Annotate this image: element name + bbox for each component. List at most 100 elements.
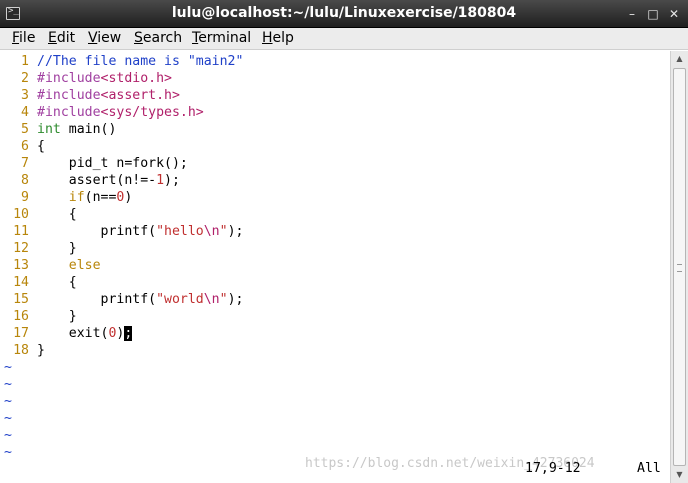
code-line: 18}: [0, 342, 45, 359]
code-text: #include<sys/types.h>: [29, 105, 204, 120]
code-line: 5 int main(): [0, 121, 116, 138]
line-number: 17: [13, 326, 29, 341]
code-token: #include: [37, 71, 101, 86]
code-text: assert(n!=-1);: [29, 173, 180, 188]
line-number: 12: [13, 241, 29, 256]
code-token: {: [37, 207, 77, 222]
empty-line-marker: ~: [4, 445, 12, 460]
code-token: ": [219, 224, 228, 239]
code-line: 13 else: [0, 257, 101, 274]
code-token: 1: [156, 173, 165, 188]
code-token: else: [68, 258, 101, 273]
code-line: 7 pid_t n=fork();: [0, 155, 188, 172]
code-text: }: [29, 343, 45, 358]
code-line: 2 #include<stdio.h>: [0, 70, 172, 87]
scroll-indicator: All: [637, 461, 661, 476]
code-token: \n: [203, 224, 220, 239]
title-bar: >_ lulu@localhost:~/lulu/Linuxexercise/1…: [0, 0, 688, 28]
code-text: pid_t n=fork();: [29, 156, 188, 171]
code-token: exit(: [37, 326, 109, 341]
line-number: 9: [21, 190, 29, 205]
line-number: 3: [21, 88, 29, 103]
code-token: //The file name is "main2": [37, 54, 244, 69]
code-text: printf("hello\n");: [29, 224, 244, 239]
vertical-scrollbar[interactable]: ▲ ▼: [670, 51, 688, 483]
code-text: }: [29, 241, 77, 256]
code-token: "world: [156, 292, 204, 307]
maximize-icon[interactable]: □: [645, 6, 661, 22]
empty-line-marker: ~: [4, 377, 12, 392]
code-token: ): [124, 190, 133, 205]
empty-line-marker: ~: [4, 428, 12, 443]
line-number: 18: [13, 343, 29, 358]
line-number: 4: [21, 105, 29, 120]
code-line: 9 if(n==0): [0, 189, 132, 206]
cursor-position: 17,9-12: [525, 461, 581, 476]
line-number: 10: [13, 207, 29, 222]
code-token: printf(: [37, 292, 157, 307]
code-line: 16 }: [0, 308, 77, 325]
code-text: {: [29, 275, 77, 290]
line-number: 6: [21, 139, 29, 154]
scroll-down-icon[interactable]: ▼: [671, 467, 688, 483]
menu-search[interactable]: Search: [133, 30, 183, 46]
code-token: (n==: [84, 190, 117, 205]
scroll-up-icon[interactable]: ▲: [671, 51, 688, 67]
code-token: \n: [203, 292, 220, 307]
code-token: #include: [37, 105, 101, 120]
line-number: 16: [13, 309, 29, 324]
text-cursor: ;: [124, 326, 133, 341]
code-text: #include<assert.h>: [29, 88, 180, 103]
code-text: exit(0);: [29, 326, 133, 341]
code-line: 4 #include<sys/types.h>: [0, 104, 204, 121]
empty-line-marker: ~: [4, 394, 12, 409]
code-token: <sys/types.h>: [100, 105, 204, 120]
code-token: #include: [37, 88, 101, 103]
code-line: 8 assert(n!=-1);: [0, 172, 180, 189]
menu-help[interactable]: Help: [261, 30, 295, 46]
code-line: 6{: [0, 138, 45, 155]
line-number: 14: [13, 275, 29, 290]
code-token: {: [37, 139, 45, 154]
code-line: 11 printf("hello\n");: [0, 223, 243, 240]
code-text: printf("world\n");: [29, 292, 244, 307]
code-line: 12 }: [0, 240, 77, 257]
code-line: 14 {: [0, 274, 77, 291]
code-text: }: [29, 309, 77, 324]
code-text: {: [29, 139, 45, 154]
close-icon[interactable]: ✕: [666, 6, 682, 22]
code-line: 3 #include<assert.h>: [0, 87, 180, 104]
empty-line-marker: ~: [4, 411, 12, 426]
menu-bar: File Edit View Search Terminal Help: [0, 28, 688, 50]
menu-file[interactable]: File: [11, 30, 36, 46]
code-token: <assert.h>: [100, 88, 180, 103]
scroll-thumb[interactable]: [673, 68, 686, 466]
code-token: }: [37, 309, 77, 324]
code-token: if: [68, 190, 85, 205]
menu-edit[interactable]: Edit: [47, 30, 76, 46]
line-number: 1: [21, 54, 29, 69]
code-token: ": [219, 292, 228, 307]
terminal-editor[interactable]: https://blog.csdn.net/weixin_42736024 17…: [0, 51, 670, 483]
menu-view[interactable]: View: [87, 30, 122, 46]
menu-terminal[interactable]: Terminal: [191, 30, 252, 46]
line-number: 8: [21, 173, 29, 188]
code-token: }: [37, 343, 45, 358]
minimize-icon[interactable]: –: [624, 6, 640, 22]
code-text: #include<stdio.h>: [29, 71, 172, 86]
code-token: main(): [60, 122, 117, 137]
code-text: //The file name is "main2": [29, 54, 243, 69]
empty-line-marker: ~: [4, 360, 12, 375]
code-line: 1 //The file name is "main2": [0, 53, 243, 70]
code-text: {: [29, 207, 77, 222]
line-number: 15: [13, 292, 29, 307]
code-token: assert(n!=-: [37, 173, 157, 188]
line-number: 5: [21, 122, 29, 137]
code-line: 17 exit(0);: [0, 325, 133, 342]
code-token: }: [37, 241, 77, 256]
window-title: lulu@localhost:~/lulu/Linuxexercise/1808…: [171, 5, 517, 21]
code-text: int main(): [29, 122, 116, 137]
code-text: else: [29, 258, 101, 273]
